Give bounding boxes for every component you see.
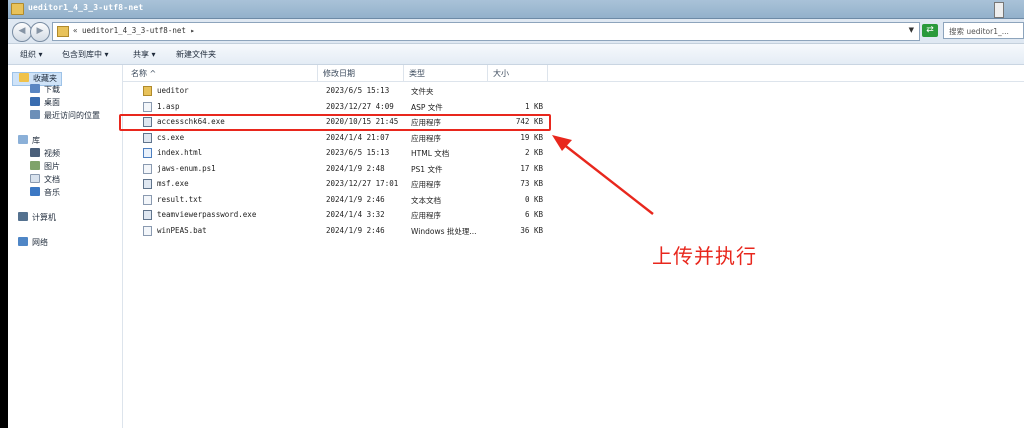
- annotation-text: 上传并执行: [652, 244, 757, 268]
- annotation-arrow: [552, 135, 654, 215]
